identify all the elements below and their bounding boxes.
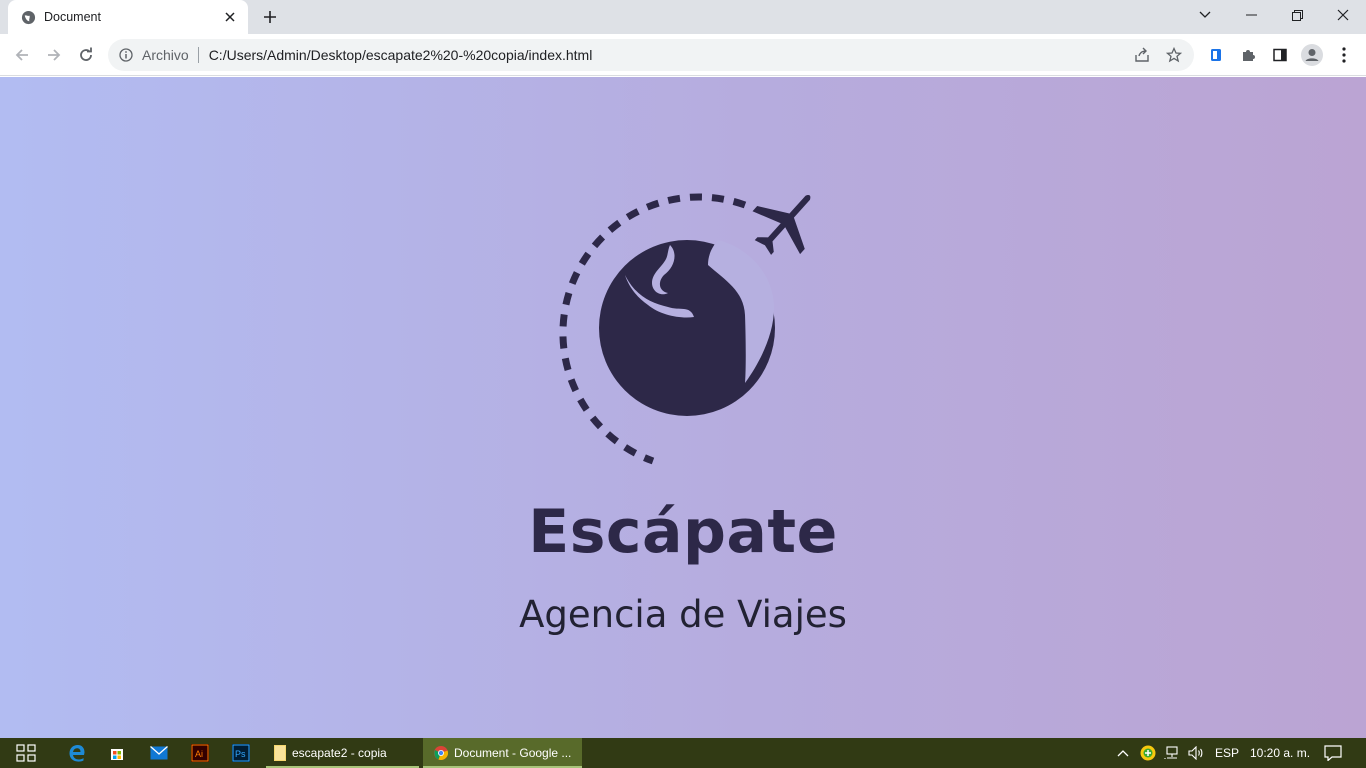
travel-globe-logo bbox=[559, 193, 811, 465]
side-panel-icon[interactable] bbox=[1268, 43, 1292, 67]
store-icon[interactable] bbox=[104, 738, 130, 768]
profile-avatar-icon[interactable] bbox=[1300, 43, 1324, 67]
language-indicator[interactable]: ESP bbox=[1215, 738, 1239, 768]
bookmark-star-icon[interactable] bbox=[1162, 43, 1186, 67]
info-icon[interactable] bbox=[118, 47, 134, 63]
svg-text:Ai: Ai bbox=[195, 749, 203, 759]
reload-icon[interactable] bbox=[74, 43, 98, 67]
taskbar-app-explorer[interactable]: escapate2 - copia bbox=[266, 738, 419, 768]
photoshop-icon[interactable]: Ps bbox=[228, 738, 254, 768]
brand-title: Escápate bbox=[528, 497, 838, 567]
taskbar-app-label: escapate2 - copia bbox=[292, 746, 387, 760]
forward-icon[interactable] bbox=[42, 43, 66, 67]
edge-icon[interactable] bbox=[64, 738, 90, 768]
address-bar[interactable]: Archivo C:/Users/Admin/Desktop/escapate2… bbox=[108, 39, 1194, 71]
close-tab-icon[interactable] bbox=[220, 7, 240, 27]
tray-app-icon[interactable] bbox=[1138, 738, 1158, 768]
mail-icon[interactable] bbox=[146, 738, 172, 768]
share-icon[interactable] bbox=[1130, 43, 1154, 67]
tab-search-icon[interactable] bbox=[1182, 0, 1228, 30]
address-separator bbox=[197, 47, 199, 63]
volume-icon[interactable] bbox=[1186, 738, 1206, 768]
restore-icon[interactable] bbox=[1274, 0, 1320, 30]
tray-chevron-up-icon[interactable] bbox=[1114, 738, 1132, 768]
svg-text:Ps: Ps bbox=[235, 749, 246, 759]
extension-app-icon[interactable] bbox=[1204, 43, 1228, 67]
brand-subtitle: Agencia de Viajes bbox=[519, 593, 847, 636]
globe-icon bbox=[20, 9, 36, 25]
minimize-icon[interactable] bbox=[1228, 0, 1274, 30]
url-text[interactable]: C:/Users/Admin/Desktop/escapate2%20-%20c… bbox=[209, 47, 1130, 63]
windows-taskbar: Ai Ps escapate2 - copia Document - Googl… bbox=[0, 738, 1366, 768]
back-icon[interactable] bbox=[10, 43, 34, 67]
extensions-puzzle-icon[interactable] bbox=[1236, 43, 1260, 67]
taskbar-app-label: Document - Google ... bbox=[454, 746, 572, 760]
browser-tab[interactable]: Document bbox=[8, 0, 248, 34]
chrome-icon bbox=[434, 746, 448, 760]
task-view-icon[interactable] bbox=[10, 738, 42, 768]
site-chip[interactable]: Archivo bbox=[142, 47, 189, 63]
illustrator-icon[interactable]: Ai bbox=[187, 738, 213, 768]
menu-dots-icon[interactable] bbox=[1332, 43, 1356, 67]
tab-title: Document bbox=[44, 10, 101, 24]
tab-strip: Document bbox=[0, 0, 1366, 34]
new-tab-button[interactable] bbox=[258, 5, 282, 29]
folder-icon bbox=[274, 745, 286, 761]
browser-toolbar: Archivo C:/Users/Admin/Desktop/escapate2… bbox=[0, 34, 1366, 76]
close-window-icon[interactable] bbox=[1320, 0, 1366, 30]
taskbar-app-chrome[interactable]: Document - Google ... bbox=[423, 738, 582, 768]
page-viewport: Escápate Agencia de Viajes bbox=[0, 77, 1366, 738]
notifications-icon[interactable] bbox=[1320, 738, 1346, 768]
clock[interactable]: 10:20 a. m. bbox=[1250, 738, 1310, 768]
network-icon[interactable] bbox=[1162, 738, 1182, 768]
